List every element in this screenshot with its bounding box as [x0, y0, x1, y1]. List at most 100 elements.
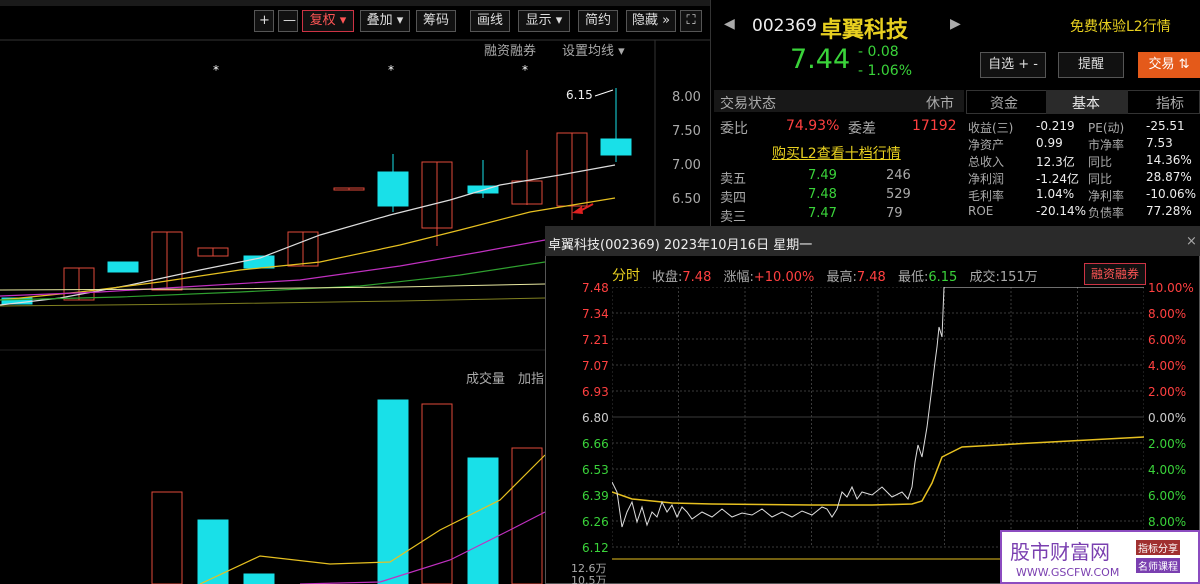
vol-value: 151万: [999, 270, 1038, 285]
fund-value: -10.06%: [1146, 187, 1197, 201]
ask-level-label: 卖四: [720, 191, 747, 206]
draw-line-button[interactable]: 画线: [470, 10, 510, 32]
fund-label: 同比: [1088, 172, 1113, 186]
next-stock-icon[interactable]: ▶: [950, 16, 961, 32]
buy-l2-link[interactable]: 购买L2查看十档行情: [772, 143, 901, 163]
close-value: 7.48: [682, 270, 712, 285]
tab-funds[interactable]: 资金: [990, 93, 1018, 113]
fuquan-button[interactable]: 复权 ▾: [302, 10, 354, 32]
wei-bi-value: 74.93%: [786, 118, 840, 134]
ask-level-label: 卖三: [720, 210, 747, 225]
price-axis-tick: 7.07: [582, 359, 609, 373]
margin-trading-label[interactable]: 融资融券: [484, 40, 536, 59]
low-label: 最低:: [897, 270, 929, 285]
fund-label: 净利润: [968, 172, 1005, 186]
fund-label: 总收入: [968, 155, 1005, 169]
ask-price: 7.48: [808, 187, 837, 202]
fund-label: PE(动): [1088, 121, 1125, 135]
rise-label: 涨幅:: [723, 270, 754, 285]
price-axis-tick: 6.93: [582, 385, 609, 399]
volume-bar: [377, 399, 409, 584]
ask-row[interactable]: 卖四 7.48 529: [718, 187, 968, 206]
fund-label: ROE: [968, 204, 994, 218]
fund-label: 同比: [1088, 155, 1113, 169]
vol-label: 成交:: [969, 270, 1000, 285]
margin-trading-button[interactable]: 融资融券: [1084, 263, 1146, 285]
volume-bar: [197, 519, 229, 584]
hide-button[interactable]: 隐藏 »: [626, 10, 676, 32]
overlay-button[interactable]: 叠加 ▾: [360, 10, 410, 32]
watermark-tag2: 名师课程: [1136, 558, 1180, 573]
zoom-out-button[interactable]: —: [278, 10, 298, 32]
pct-axis-tick: 8.00%: [1148, 307, 1187, 321]
svg-text:*: *: [388, 63, 394, 77]
low-value: 6.15: [928, 270, 958, 285]
stock-name: 卓翼科技: [820, 18, 909, 43]
price-axis-tick: 6.26: [582, 515, 609, 529]
ask-volume: 246: [886, 168, 911, 183]
fund-label: 毛利率: [968, 189, 1005, 203]
fund-value: 1.04%: [1036, 187, 1075, 201]
price-axis-tick: 7.48: [582, 281, 609, 295]
price-tick: 8.00: [672, 90, 701, 105]
pct-axis-tick: 10.00%: [1148, 281, 1194, 295]
volume-bar: [467, 457, 499, 584]
price-axis-tick: 6.80: [582, 411, 609, 425]
fund-value: -1.24亿: [1036, 172, 1080, 186]
fund-value: -20.14%: [1036, 204, 1087, 218]
fund-value: -25.51: [1146, 119, 1185, 133]
fundamental-row: ROE -20.14% 负债率 77.28%: [966, 204, 1200, 221]
fund-value: 77.28%: [1146, 204, 1192, 218]
simple-button[interactable]: 简约: [578, 10, 618, 32]
ask-row[interactable]: 卖三 7.47 79: [718, 206, 968, 225]
alert-button[interactable]: 提醒: [1058, 52, 1124, 78]
price-pct-value: 1.06%: [867, 63, 912, 79]
fund-value: 28.87%: [1146, 170, 1192, 184]
ask-row[interactable]: 卖五 7.49 246: [718, 168, 968, 187]
current-price: 7.44: [790, 44, 851, 75]
volume-bar: [243, 573, 275, 584]
popup-title: 卓翼科技(002369) 2023年10月16日 星期一: [548, 238, 813, 253]
chips-button[interactable]: 筹码: [416, 10, 456, 32]
trade-status-value: 休市: [926, 96, 954, 112]
volume-bar: [421, 403, 453, 584]
pct-axis-tick: 4.00%: [1148, 359, 1187, 373]
fundamental-row: 总收入 12.3亿 同比 14.36%: [966, 153, 1200, 170]
trade-button[interactable]: 交易 ⇅: [1138, 52, 1200, 78]
stock-code: 002369: [752, 16, 817, 36]
fundamental-row: 净利润 -1.24亿 同比 28.87%: [966, 170, 1200, 187]
price-change-value: 0.08: [867, 44, 899, 60]
wei-bi-label: 委比: [720, 121, 748, 137]
price-axis-tick: 7.34: [582, 307, 609, 321]
svg-text:*: *: [213, 63, 219, 77]
popup-vol-tick-2: 10.5万: [571, 574, 607, 584]
fundamental-row: 收益(三) -0.219 PE(动) -25.51: [966, 119, 1200, 136]
tab-indicators[interactable]: 指标: [1156, 93, 1184, 113]
price-tick: 7.00: [672, 158, 701, 173]
fundamental-row: 净资产 0.99 市净率 7.53: [966, 136, 1200, 153]
display-button[interactable]: 显示 ▾: [518, 10, 570, 32]
ask-price: 7.47: [808, 206, 837, 221]
zoom-in-button[interactable]: +: [254, 10, 274, 32]
fundamental-row: 毛利率 1.04% 净利率 -10.06%: [966, 187, 1200, 204]
candle: [377, 171, 409, 207]
high-value: 7.48: [856, 270, 886, 285]
svg-text:*: *: [522, 63, 528, 77]
fund-value: 14.36%: [1146, 153, 1192, 167]
free-trial-link[interactable]: 免费体验L2行情: [1070, 16, 1171, 36]
tab-intraday[interactable]: 分时: [612, 265, 640, 285]
price-pct: - 1.06%: [858, 63, 912, 79]
add-watchlist-button[interactable]: 自选 + -: [980, 52, 1046, 78]
candle: [107, 261, 139, 273]
price-axis-tick: 6.53: [582, 463, 609, 477]
pct-axis-tick: 2.00%: [1148, 385, 1187, 399]
fullscreen-icon[interactable]: ⛶: [680, 10, 702, 32]
popup-close-icon[interactable]: ×: [1186, 234, 1197, 249]
fund-label: 净资产: [968, 138, 1005, 152]
prev-stock-icon[interactable]: ◀: [724, 16, 735, 32]
volume-label-2: 加指: [518, 372, 545, 387]
rise-value: +10.00%: [753, 270, 815, 285]
fund-value: 12.3亿: [1036, 155, 1075, 169]
tab-basic[interactable]: 基本: [1072, 93, 1100, 113]
ma-settings-button[interactable]: 设置均线 ▾: [562, 40, 625, 59]
